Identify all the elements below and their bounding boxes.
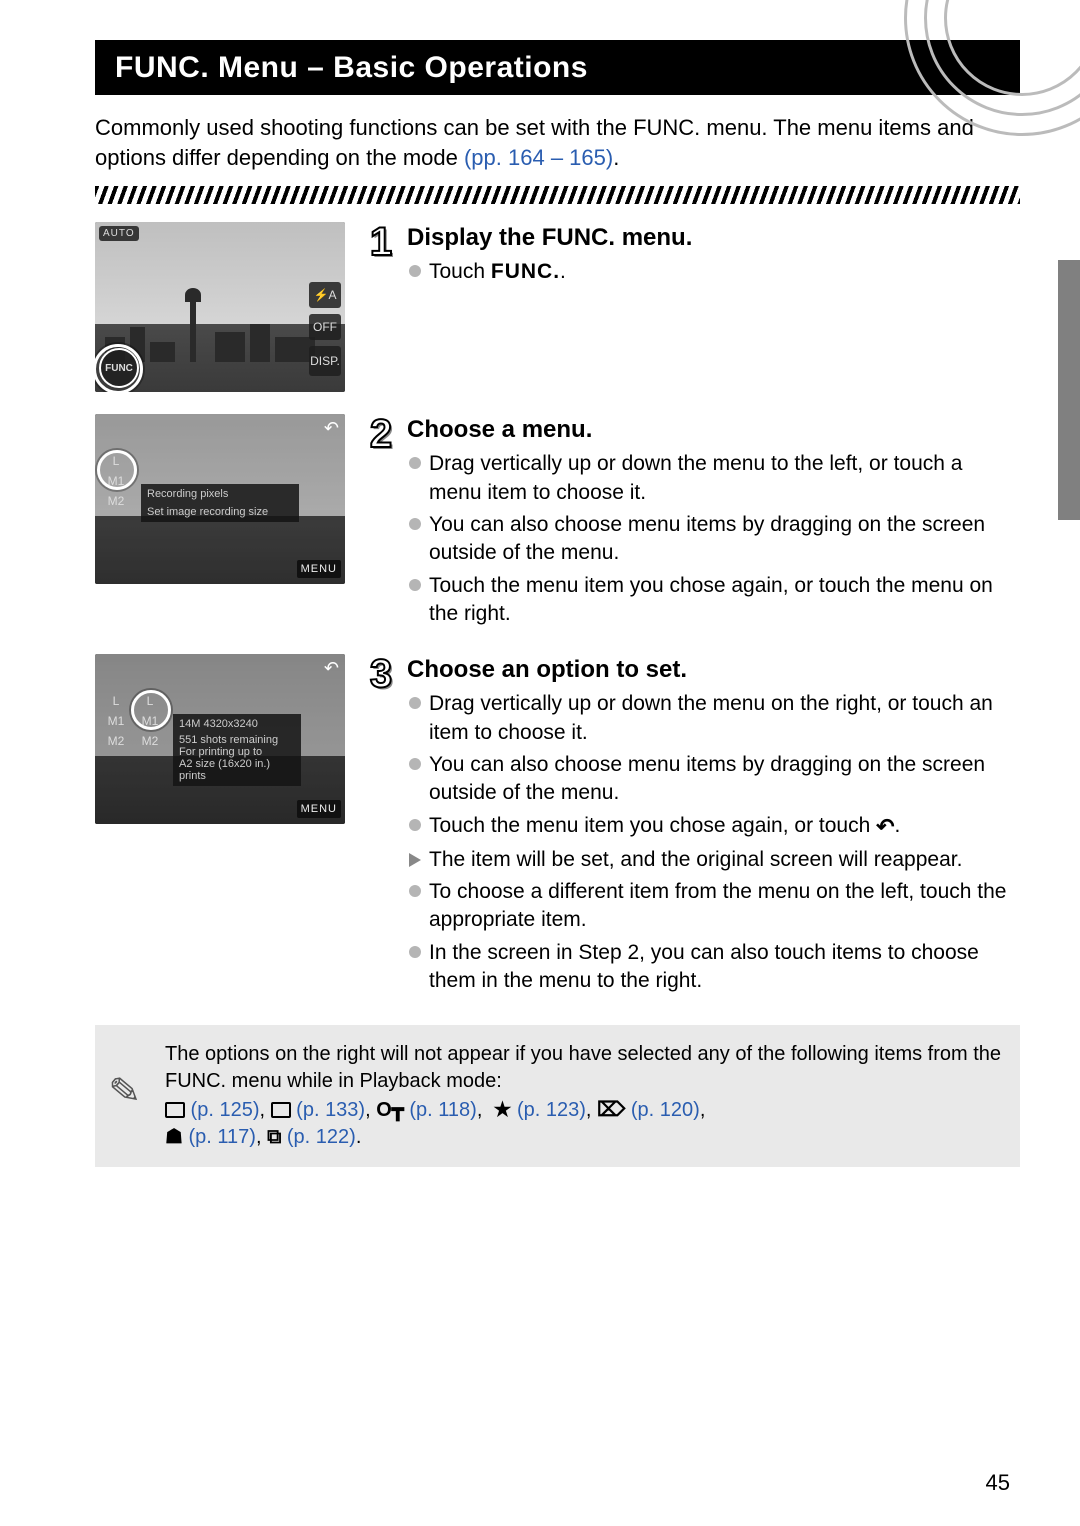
category-icon: ⧉ [267, 1126, 281, 1148]
step-2-bullet: Touch the menu item you chose again, or … [407, 572, 1020, 629]
step-3: ↶ L M1 M2 L M1 M2 14M 4320x3240 551 sh [95, 654, 1020, 999]
disp-button: DISP. [309, 346, 341, 376]
title-decoration [860, 20, 1030, 115]
camera-screenshot-2: ↶ L M1 M2 Recording pixels Set image rec… [95, 414, 345, 584]
divider-hatch [95, 186, 1020, 204]
detail-sub: Set image recording size [147, 506, 293, 518]
detail-sub: A2 size (16x20 in.) prints [179, 758, 295, 782]
detail-title: Recording pixels [147, 488, 293, 500]
step-3-bullet: Touch the menu item you chose again, or … [407, 812, 1020, 842]
section-tab [1058, 260, 1080, 520]
left-menu-strip: L M1 M2 [101, 694, 131, 818]
intro-paragraph: Commonly used shooting functions can be … [95, 113, 1020, 172]
note-text: The options on the right will not appear… [165, 1041, 1002, 1095]
step-3-bullet: To choose a different item from the menu… [407, 878, 1020, 935]
page-title: FUNC. Menu – Basic Operations [115, 51, 588, 85]
step-3-result: The item will be set, and the original s… [407, 846, 1020, 874]
favorite-icon: ★ [494, 1099, 512, 1121]
menu-item: M2 [108, 494, 125, 508]
highlight-ring [95, 344, 143, 392]
step-2: ↶ L M1 M2 Recording pixels Set image rec… [95, 414, 1020, 632]
off-icon: OFF [309, 314, 341, 340]
menu-item: M2 [142, 734, 159, 748]
step-1-thumbnail: AUTO ⚡A OFF DISP. FUNC [95, 222, 345, 392]
detail-title: 14M 4320x3240 [179, 718, 295, 730]
tag-icon: ☗ [165, 1126, 183, 1148]
menu-item: L [113, 694, 120, 708]
menu-item: M2 [108, 734, 125, 748]
note-box: ✎ The options on the right will not appe… [95, 1025, 1020, 1167]
step-1: AUTO ⚡A OFF DISP. FUNC 1 Display the FUN… [95, 222, 1020, 392]
step-1-title: Display the FUNC. menu. [407, 224, 1020, 252]
bullet-text: Touch [429, 260, 491, 283]
note-link[interactable]: (p. 125) [185, 1099, 259, 1121]
step-number-3: 3 [365, 654, 397, 999]
steps-container: AUTO ⚡A OFF DISP. FUNC 1 Display the FUN… [95, 222, 1020, 999]
bullet-tail: . [560, 260, 566, 283]
step-3-thumbnail: ↶ L M1 M2 L M1 M2 14M 4320x3240 551 sh [95, 654, 345, 824]
step-2-thumbnail: ↶ L M1 M2 Recording pixels Set image rec… [95, 414, 345, 584]
step-1-bullet-1: Touch FUNC.. [407, 258, 1020, 286]
bullet-text: Touch the menu item you chose again, or … [429, 814, 876, 837]
camera-screenshot-3: ↶ L M1 M2 L M1 M2 14M 4320x3240 551 sh [95, 654, 345, 824]
manual-page: FUNC. Menu – Basic Operations Commonly u… [0, 0, 1080, 1526]
intro-tail: . [613, 145, 619, 170]
step-3-title: Choose an option to set. [407, 656, 1020, 684]
step-number-2: 2 [365, 414, 397, 632]
step-2-bullet: You can also choose menu items by draggi… [407, 511, 1020, 568]
step-2-title: Choose a menu. [407, 416, 1020, 444]
step-2-bullet: Drag vertically up or down the menu to t… [407, 450, 1020, 507]
detail-sub: 551 shots remaining [179, 734, 295, 746]
flash-icon: ⚡A [309, 282, 341, 308]
back-icon: ↶ [324, 658, 339, 679]
detail-box: Recording pixels Set image recording siz… [141, 484, 299, 522]
print-icon [271, 1102, 291, 1118]
pencil-icon: ✎ [107, 1066, 143, 1120]
erase-icon: ⌦ [597, 1099, 625, 1121]
note-link[interactable]: (p. 123) [511, 1099, 585, 1121]
title-bar: FUNC. Menu – Basic Operations [95, 40, 1020, 95]
back-icon: ↶ [324, 418, 339, 439]
note-link[interactable]: (p. 120) [625, 1099, 699, 1121]
page-number: 45 [986, 1470, 1010, 1496]
menu-button: MENU [297, 800, 341, 818]
note-link[interactable]: (p. 122) [281, 1126, 355, 1148]
note-link[interactable]: (p. 133) [291, 1099, 365, 1121]
return-icon: ↶ [876, 812, 894, 842]
step-number-1: 1 [365, 222, 397, 290]
detail-box: 14M 4320x3240 551 shots remaining For pr… [173, 714, 301, 786]
note-link[interactable]: (p. 118) [404, 1099, 477, 1121]
detail-sub: For printing up to [179, 746, 295, 758]
step-3-bullet: Drag vertically up or down the menu on t… [407, 690, 1020, 747]
func-label: FUNC. [491, 260, 560, 283]
menu-button: MENU [297, 560, 341, 578]
step-3-bullet: You can also choose menu items by draggi… [407, 751, 1020, 808]
bullet-tail: . [895, 814, 901, 837]
intro-page-link[interactable]: (pp. 164 – 165) [464, 145, 613, 170]
camera-screenshot-1: AUTO ⚡A OFF DISP. FUNC [95, 222, 345, 392]
menu-item: M1 [108, 714, 125, 728]
rotate-icon [165, 1102, 185, 1118]
step-3-bullet: In the screen in Step 2, you can also to… [407, 939, 1020, 996]
mode-indicator: AUTO [99, 226, 139, 241]
protect-icon: O┳ [376, 1099, 404, 1121]
note-link[interactable]: (p. 117) [183, 1126, 256, 1148]
